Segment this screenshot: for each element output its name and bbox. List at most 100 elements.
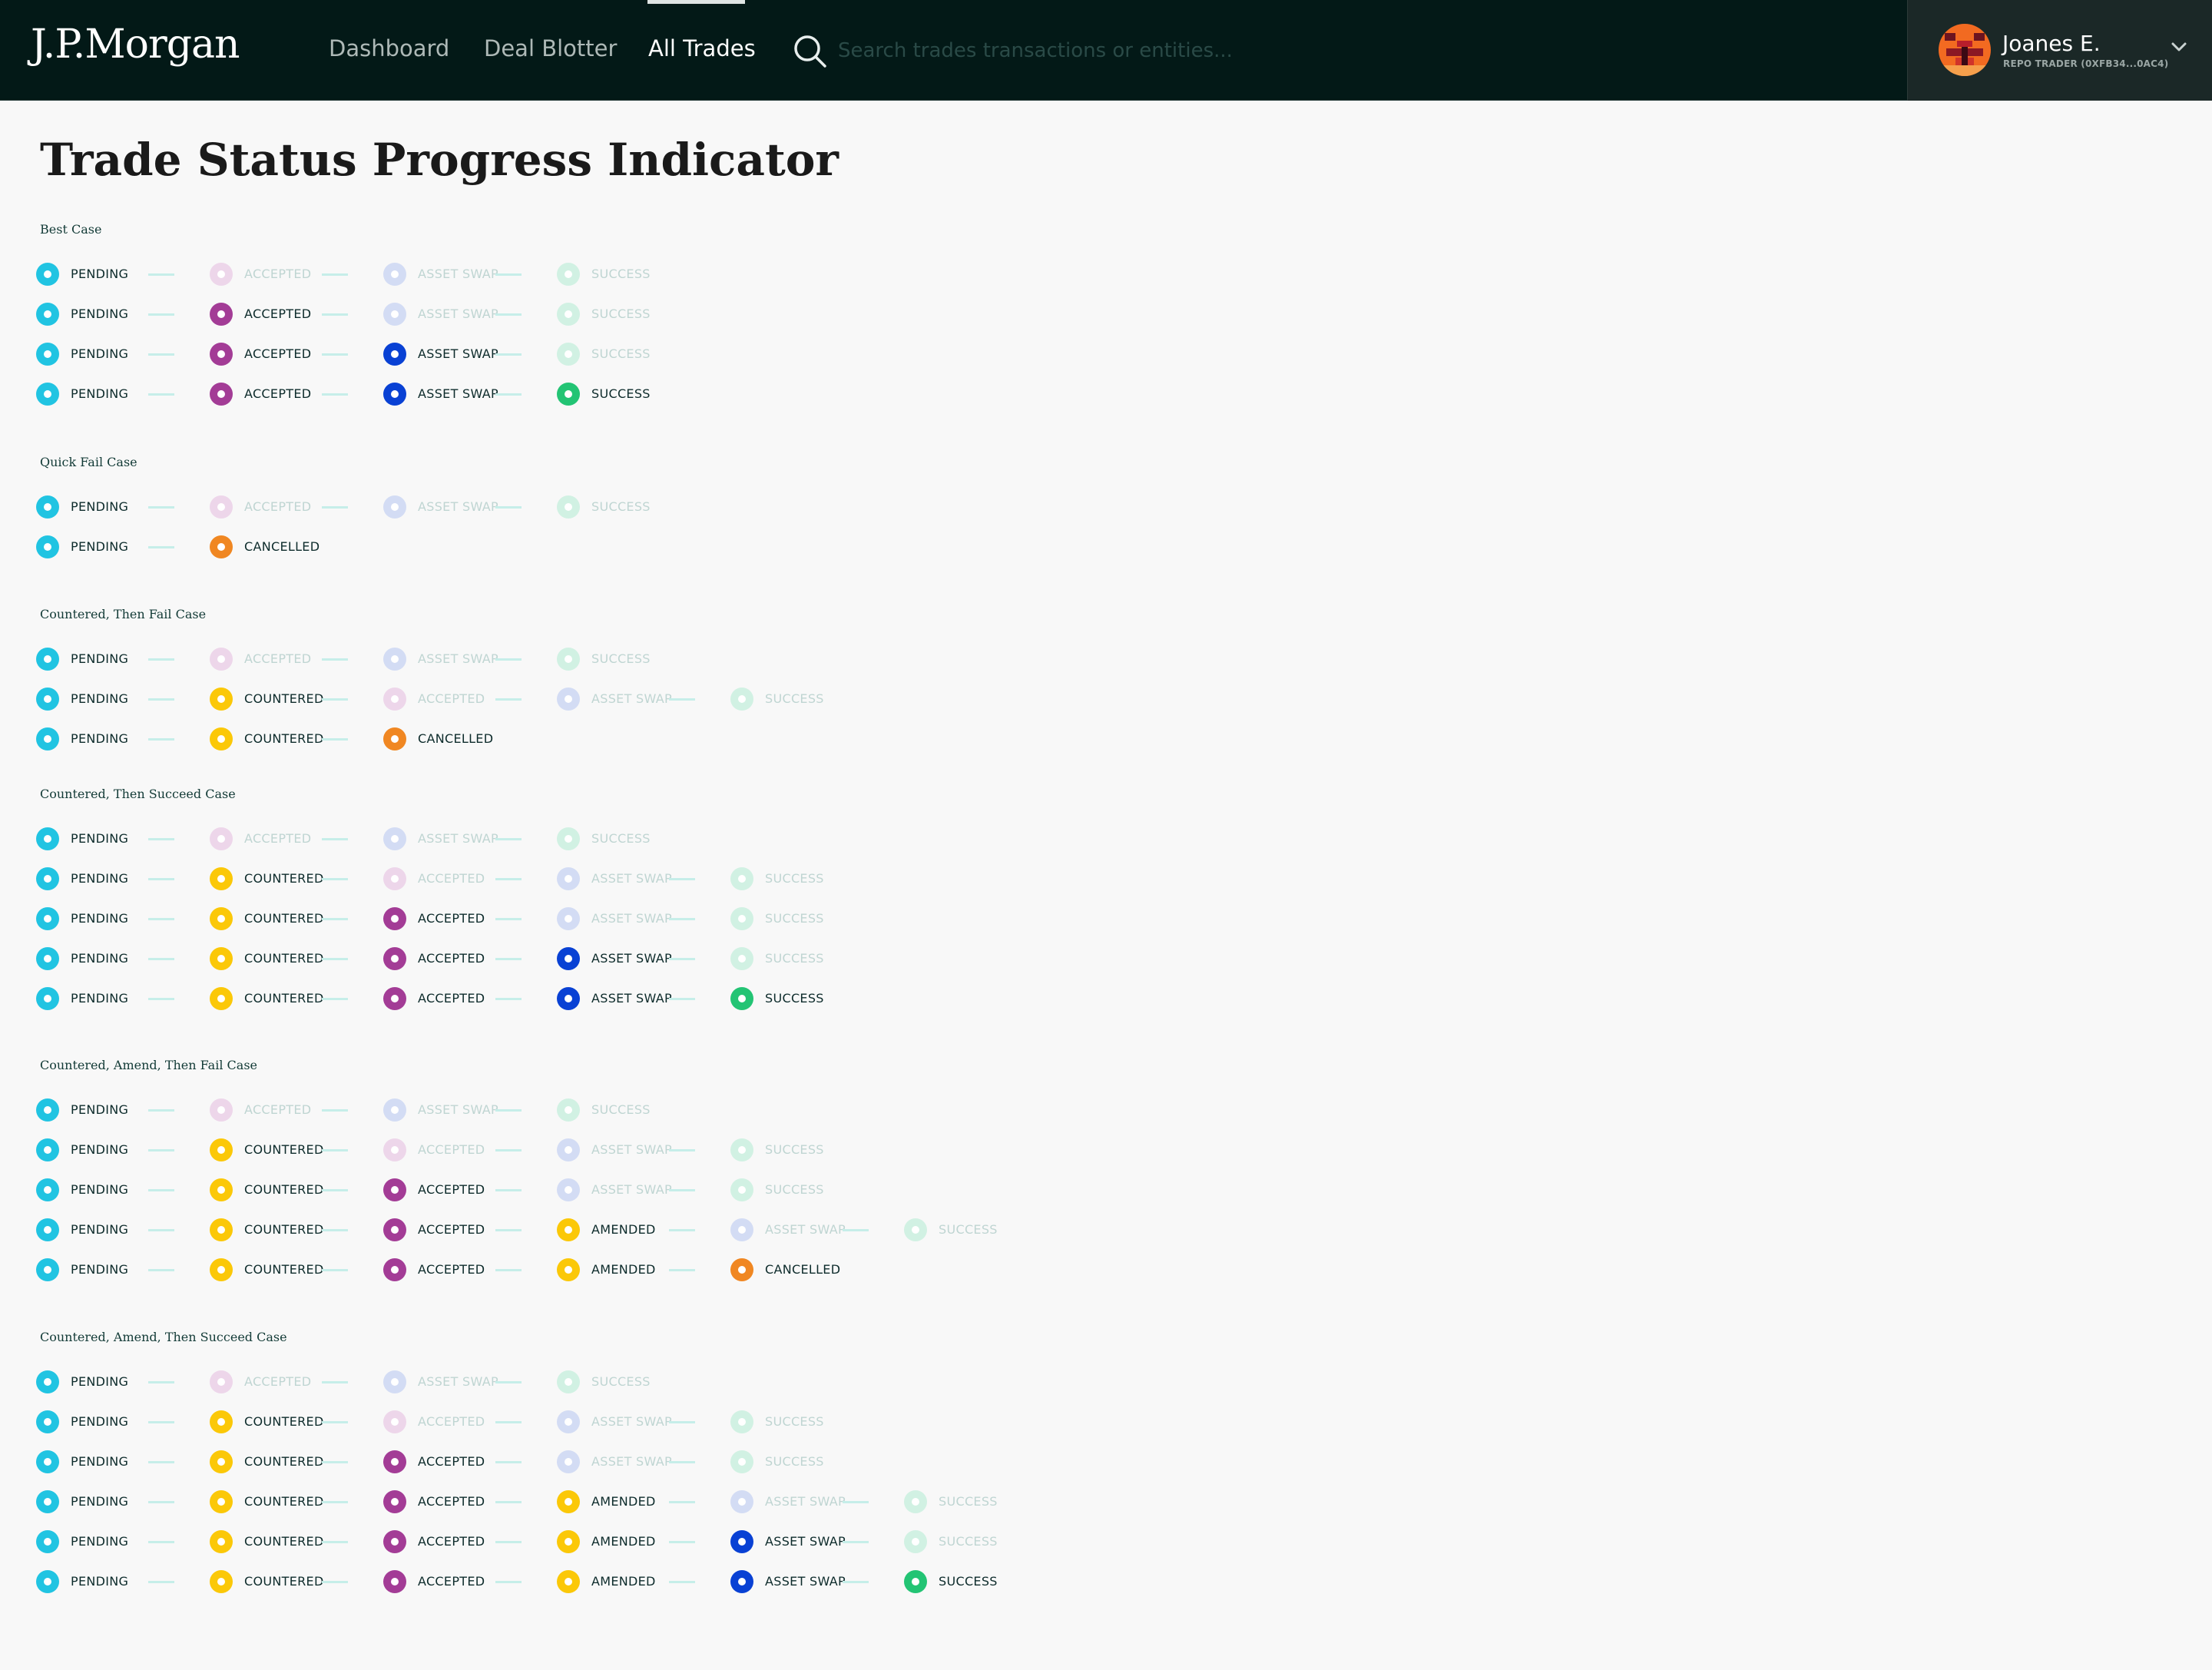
nav-deal-blotter[interactable]: Deal Blotter [484,35,617,61]
status-dot-accepted-icon [383,987,406,1010]
status-label: COUNTERED [244,1222,324,1237]
status-label: PENDING [71,651,129,666]
status-label: ACCEPTED [418,951,485,966]
status-label: SUCCESS [591,1374,651,1389]
status-connector [148,698,174,701]
status-dot-success-icon [557,1098,580,1122]
status-dot-success-icon [730,1450,753,1473]
status-progress-row: PENDING ACCEPTED ASSET SWAP SUCCESS [0,1367,1075,1397]
status-dot-pending-icon [36,1138,59,1161]
status-dot-asset-swap-icon [557,1410,580,1433]
status-connector [669,1461,695,1463]
chevron-down-icon[interactable] [2169,37,2189,57]
status-connector [322,313,348,316]
status-progress-row: PENDING COUNTERED ACCEPTED ASSET SWAP SUCCES… [0,903,1075,934]
status-connector [669,918,695,920]
status-dot-accepted-icon [383,1450,406,1473]
status-label: ASSET SWAP [591,1414,672,1429]
status-connector [148,1501,174,1503]
status-dot-pending-icon [36,987,59,1010]
status-dot-success-icon [730,688,753,711]
status-dot-success-icon [730,947,753,970]
status-label: SUCCESS [765,991,824,1006]
status-label: ASSET SWAP [418,831,498,846]
status-connector [148,273,174,276]
status-dot-asset-swap-icon [557,1178,580,1201]
status-dot-countered-icon [210,987,233,1010]
status-label: ACCEPTED [418,1574,485,1589]
status-dot-pending-icon [36,727,59,751]
status-dot-asset-swap-icon [383,495,406,519]
status-dot-pending-icon [36,303,59,326]
status-dot-countered-icon [210,1450,233,1473]
status-dot-accepted-icon [383,688,406,711]
status-dot-accepted-icon [383,907,406,930]
status-dot-countered-icon [210,727,233,751]
status-connector [322,1541,348,1543]
status-connector [148,393,174,396]
status-label: COUNTERED [244,1262,324,1277]
status-progress-row: PENDING ACCEPTED ASSET SWAP SUCCESS [0,259,1075,290]
status-dot-pending-icon [36,1258,59,1281]
status-dot-accepted-icon [210,383,233,406]
jpmorgan-logo[interactable]: J.P.Morgan [31,22,240,68]
status-label: ACCEPTED [418,1414,485,1429]
status-dot-success-icon [557,343,580,366]
status-dot-asset-swap-icon [383,343,406,366]
status-label: SUCCESS [765,1142,824,1157]
status-dot-success-icon [904,1490,927,1513]
status-connector [148,1149,174,1151]
status-progress-row: PENDING ACCEPTED ASSET SWAP SUCCESS [0,339,1075,369]
status-dot-countered-icon [210,1410,233,1433]
status-dot-pending-icon [36,907,59,930]
search-input[interactable] [838,31,1452,71]
status-dot-pending-icon [36,1178,59,1201]
status-progress-row: PENDING ACCEPTED ASSET SWAP SUCCESS [0,823,1075,854]
status-dot-countered-icon [210,1530,233,1553]
active-tab-indicator [647,0,745,4]
section-title-countered-amend-then-fail-case: Countered, Amend, Then Fail Case [40,1058,257,1072]
status-label: SUCCESS [591,1102,651,1117]
status-connector [322,393,348,396]
status-label: CANCELLED [244,539,320,554]
status-label: ASSET SWAP [418,306,498,321]
status-label: AMENDED [591,1534,656,1549]
status-dot-pending-icon [36,867,59,890]
nav-all-trades[interactable]: All Trades [648,35,756,61]
status-label: PENDING [71,499,129,514]
status-connector [322,1461,348,1463]
status-label: SUCCESS [591,651,651,666]
status-label: PENDING [71,1182,129,1197]
status-label: SUCCESS [939,1534,998,1549]
status-connector [495,353,522,356]
avatar[interactable] [1939,24,1991,76]
status-dot-countered-icon [210,947,233,970]
status-label: PENDING [71,1142,129,1157]
status-connector [495,1421,522,1423]
status-dot-pending-icon [36,648,59,671]
search-icon[interactable] [793,34,828,69]
status-label: PENDING [71,346,129,361]
user-menu[interactable]: Joanes E. REPO TRADER (0XFB34...0AC4) [1907,0,2212,101]
status-dot-asset-swap-icon [557,867,580,890]
status-label: COUNTERED [244,1534,324,1549]
status-label: SUCCESS [765,1454,824,1469]
status-connector [322,1581,348,1583]
status-connector [148,1109,174,1112]
status-connector [495,658,522,661]
status-connector [148,998,174,1000]
nav-dashboard[interactable]: Dashboard [329,35,449,61]
status-dot-success-icon [730,1410,753,1433]
status-label: ASSET SWAP [591,1454,672,1469]
status-dot-pending-icon [36,1370,59,1393]
status-dot-amended-icon [557,1218,580,1241]
status-connector [322,1149,348,1151]
status-dot-accepted-icon [210,343,233,366]
status-label: COUNTERED [244,951,324,966]
status-connector [843,1541,869,1543]
status-dot-pending-icon [36,1450,59,1473]
status-label: PENDING [71,1574,129,1589]
status-dot-pending-icon [36,1490,59,1513]
status-dot-pending-icon [36,1218,59,1241]
status-progress-row: PENDING COUNTERED ACCEPTED AMENDED CANCELLED [0,1254,1075,1285]
